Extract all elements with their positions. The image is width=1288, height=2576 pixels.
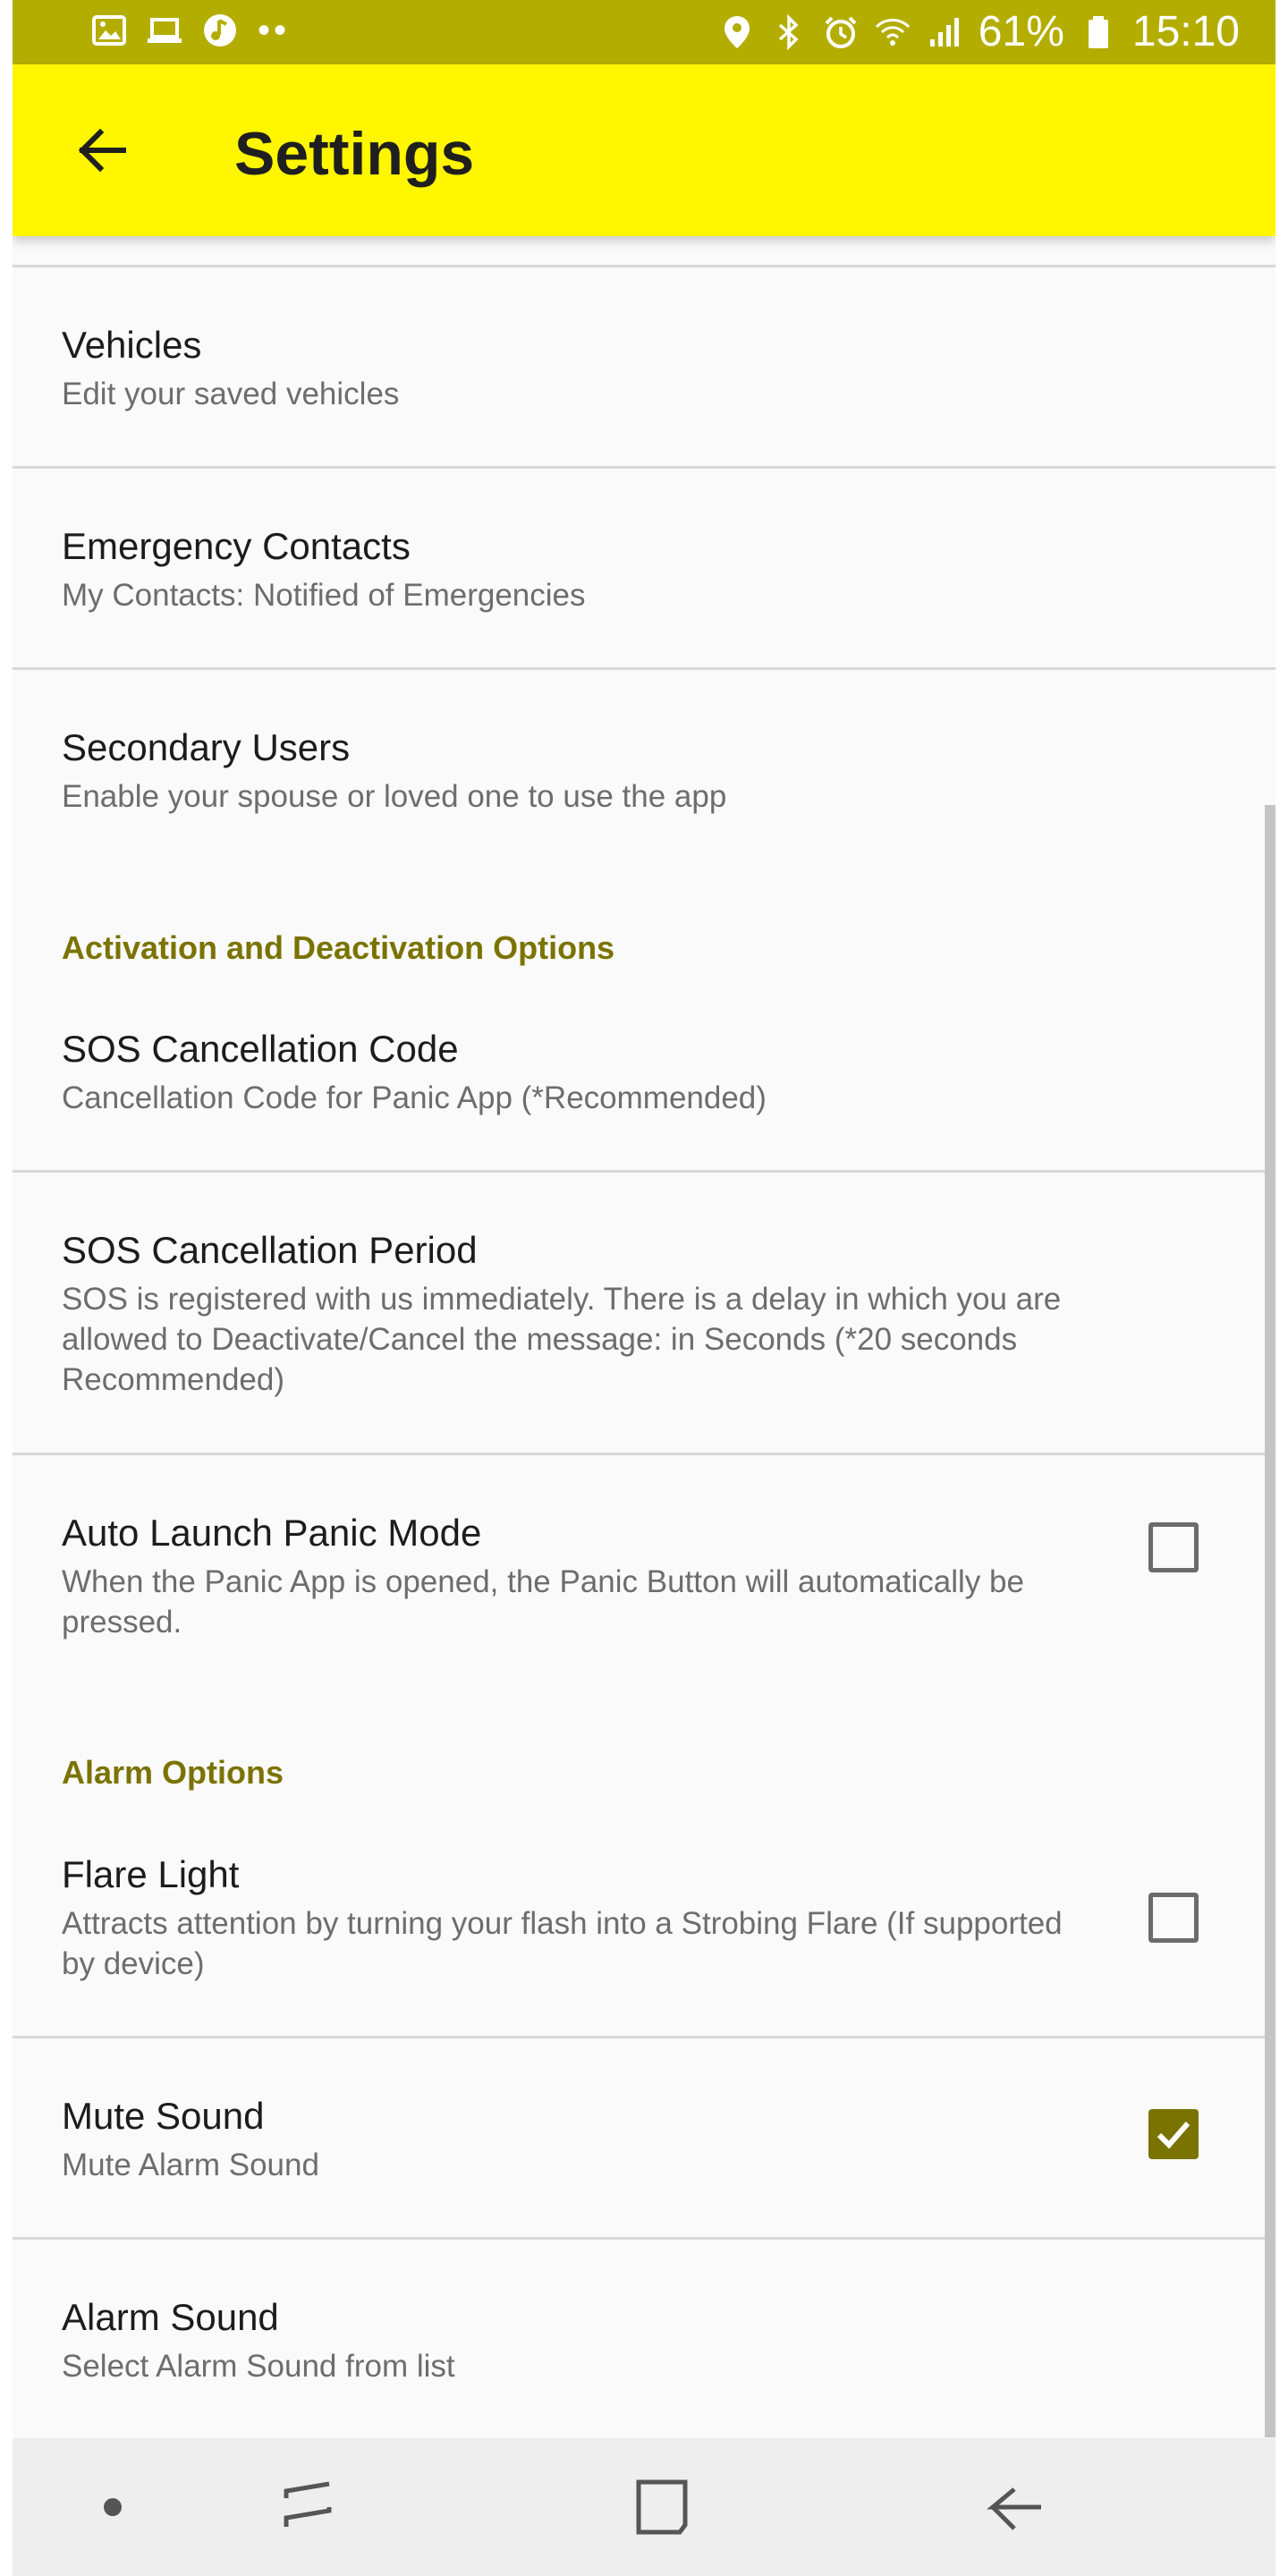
setting-subtitle: Cancellation Code for Panic App (*Recomm… xyxy=(62,1080,767,1115)
home-icon[interactable] xyxy=(626,2471,698,2543)
settings-screen: •• 61% 15:10 Settings Vehicles Edit your… xyxy=(13,0,1275,2576)
checkbox-checked[interactable] xyxy=(1148,2109,1199,2159)
setting-subtitle: When the Panic App is opened, the Panic … xyxy=(62,1564,1024,1640)
battery-icon xyxy=(1080,14,1116,50)
setting-title: Alarm Sound xyxy=(62,2296,279,2338)
dot-icon[interactable] xyxy=(77,2471,148,2543)
battery-percentage: 61% xyxy=(978,8,1064,55)
setting-subtitle: My Contacts: Notified of Emergencies xyxy=(62,578,586,613)
location-icon xyxy=(719,14,755,50)
setting-auto-launch-panic-mode[interactable]: Auto Launch Panic Mode When the Panic Ap… xyxy=(13,1455,1275,1724)
setting-title: SOS Cancellation Code xyxy=(62,1028,459,1070)
setting-title: Vehicles xyxy=(62,324,202,366)
recent-apps-icon[interactable] xyxy=(272,2471,343,2543)
setting-mute-sound[interactable]: Mute Sound Mute Alarm Sound xyxy=(13,2038,1275,2237)
setting-subtitle: Attracts attention by turning your flash… xyxy=(62,1906,1063,1981)
setting-emergency-contacts[interactable]: Emergency Contacts My Contacts: Notified… xyxy=(13,469,1275,669)
music-icon xyxy=(202,13,238,48)
scrollbar[interactable] xyxy=(1265,805,1275,2437)
more-dots-icon: •• xyxy=(258,11,291,50)
setting-title: Mute Sound xyxy=(62,2095,265,2137)
setting-alarm-sound[interactable]: Alarm Sound Select Alarm Sound from list xyxy=(13,2240,1275,2438)
setting-subtitle: Mute Alarm Sound xyxy=(62,2148,319,2182)
app-toolbar: Settings xyxy=(13,64,1275,236)
setting-subtitle: Edit your saved vehicles xyxy=(62,377,400,411)
arrow-back-icon[interactable] xyxy=(66,114,138,186)
status-bar: •• 61% 15:10 xyxy=(13,0,1275,64)
back-icon[interactable] xyxy=(979,2471,1050,2543)
wifi-icon xyxy=(875,14,911,50)
signal-icon xyxy=(927,14,962,50)
setting-title: Secondary Users xyxy=(62,726,351,768)
clock: 15:10 xyxy=(1131,8,1240,55)
setting-subtitle: Enable your spouse or loved one to use t… xyxy=(62,779,727,814)
page-title: Settings xyxy=(234,120,475,188)
checkbox[interactable] xyxy=(1148,1893,1199,1943)
system-nav-bar xyxy=(13,2438,1275,2576)
setting-title: SOS Cancellation Period xyxy=(62,1229,478,1271)
setting-title: Flare Light xyxy=(62,1853,240,1895)
setting-sos-cancellation-period[interactable]: SOS Cancellation Period SOS is registere… xyxy=(13,1173,1275,1453)
setting-sos-cancellation-code[interactable]: SOS Cancellation Code Cancellation Code … xyxy=(13,975,1275,1170)
bluetooth-icon xyxy=(771,14,807,50)
alarm-icon xyxy=(823,14,859,50)
setting-title: Emergency Contacts xyxy=(62,525,411,567)
setting-subtitle: Select Alarm Sound from list xyxy=(62,2349,455,2384)
section-header-alarm: Alarm Options xyxy=(62,1754,284,1791)
setting-flare-light[interactable]: Flare Light Attracts attention by turnin… xyxy=(13,1800,1275,2036)
image-icon xyxy=(91,13,127,48)
setting-title: Auto Launch Panic Mode xyxy=(62,1512,482,1554)
section-header-activation: Activation and Deactivation Options xyxy=(62,929,615,966)
laptop-icon xyxy=(147,13,182,48)
setting-vehicles[interactable]: Vehicles Edit your saved vehicles xyxy=(13,267,1275,436)
setting-subtitle: SOS is registered with us immediately. T… xyxy=(62,1282,1062,1397)
setting-secondary-users[interactable]: Secondary Users Enable your spouse or lo… xyxy=(13,670,1275,858)
checkbox[interactable] xyxy=(1148,1522,1199,1572)
